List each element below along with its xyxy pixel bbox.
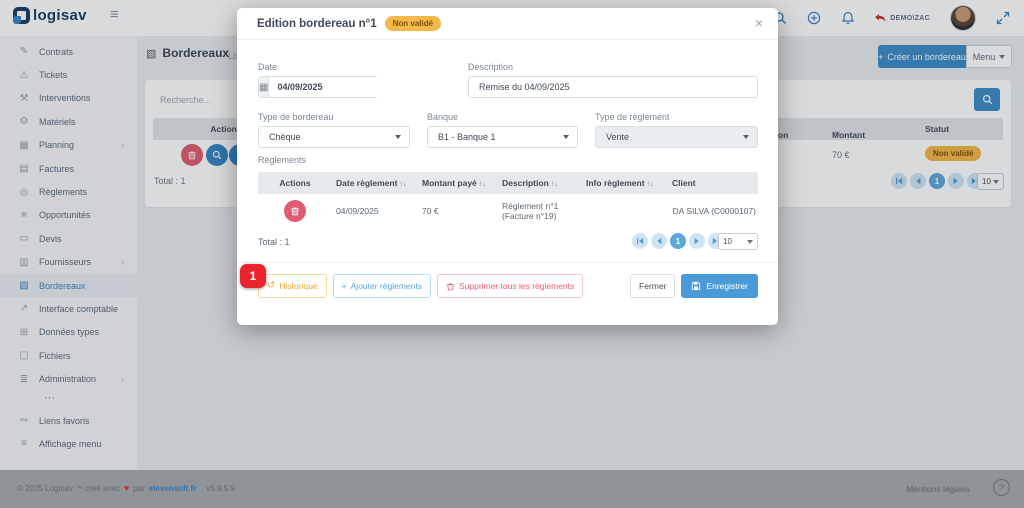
type-reglement-select[interactable]: Vente [595, 126, 758, 148]
modal-total-count: Total : 1 [258, 237, 290, 247]
ajouter-reglements-button[interactable]: + Ajouter règlements [333, 274, 431, 298]
modal-status-badge: Non validé [385, 16, 441, 31]
column-date-reglement: Date règlement↑↓ [332, 178, 418, 188]
current-page-button[interactable]: 1 [670, 233, 686, 249]
column-actions: Actions [258, 178, 332, 188]
first-page-button[interactable] [632, 233, 648, 249]
type-reglement-value: Vente [606, 132, 629, 142]
prev-page-button[interactable] [651, 233, 667, 249]
sort-icon: ↑↓ [399, 181, 406, 188]
date-input[interactable] [269, 77, 398, 97]
calendar-icon: ▦ [259, 77, 269, 97]
enregistrer-button[interactable]: Enregistrer [681, 274, 758, 298]
annotation-number: 1 [250, 269, 257, 283]
column-client: Client [668, 178, 758, 188]
column-montant-paye: Montant payé↑↓ [418, 178, 498, 188]
chevron-down-icon [743, 135, 749, 139]
type-bordereau-label: Type de bordereau [258, 112, 334, 122]
next-page-button[interactable] [689, 233, 705, 249]
modal-title: Edition bordereau n°1 [257, 18, 377, 30]
cell-date-reglement: 04/09/2025 [332, 206, 418, 216]
page-size-value: 10 [723, 237, 732, 246]
sort-icon: ↑↓ [647, 181, 654, 188]
date-field[interactable]: ▦ [258, 76, 378, 98]
reglements-pagination: 1 [632, 233, 724, 249]
annotation-step-badge: 1 [240, 264, 266, 288]
type-bordereau-value: Chèque [269, 132, 301, 142]
cell-client: DA SILVA (C0000107) [668, 206, 758, 216]
chevron-down-icon [395, 135, 401, 139]
chevron-down-icon [563, 135, 569, 139]
reglements-section-label: Règlements [258, 155, 306, 165]
close-icon[interactable]: × [755, 15, 763, 31]
page-size-select[interactable]: 10 [718, 233, 758, 250]
banque-label: Banque [427, 112, 458, 122]
save-icon [691, 281, 701, 291]
fermer-button[interactable]: Fermer [630, 274, 675, 298]
table-row: 04/09/2025 70 € Règlement n°1(Facture n°… [258, 194, 758, 228]
description-input[interactable] [468, 76, 758, 98]
sort-icon: ↑↓ [551, 181, 558, 188]
sort-icon: ↑↓ [479, 181, 486, 188]
supprimer-tous-button[interactable]: Supprimer tous les règlements [437, 274, 583, 298]
type-bordereau-select[interactable]: Chèque [258, 126, 410, 148]
plus-icon: + [342, 281, 347, 291]
trash-icon [290, 206, 300, 216]
date-label: Date [258, 62, 277, 72]
modal-footer-divider [237, 262, 778, 263]
delete-reglement-button[interactable] [284, 200, 306, 222]
fermer-label: Fermer [639, 281, 666, 291]
chevron-down-icon [747, 240, 753, 244]
column-info-reglement: Info règlement↑↓ [582, 178, 668, 188]
cell-montant-paye: 70 € [418, 206, 498, 216]
reglements-table-header: Actions Date règlement↑↓ Montant payé↑↓ … [258, 172, 758, 194]
ajouter-label: Ajouter règlements [351, 281, 422, 291]
cell-description: Règlement n°1(Facture n°19) [498, 201, 582, 221]
enregistrer-label: Enregistrer [706, 281, 748, 291]
trash-icon [446, 282, 455, 291]
supprimer-label: Supprimer tous les règlements [459, 281, 574, 291]
description-label: Description [468, 62, 513, 72]
historique-label: Historique [279, 281, 317, 291]
banque-select[interactable]: B1 - Banque 1 [427, 126, 578, 148]
banque-value: B1 - Banque 1 [438, 132, 496, 142]
column-description: Description↑↓ [498, 178, 582, 188]
type-reglement-label: Type de règlement [595, 112, 670, 122]
edit-bordereau-modal: Edition bordereau n°1 Non validé × Date … [237, 8, 778, 325]
reglements-table: Actions Date règlement↑↓ Montant payé↑↓ … [258, 172, 758, 228]
